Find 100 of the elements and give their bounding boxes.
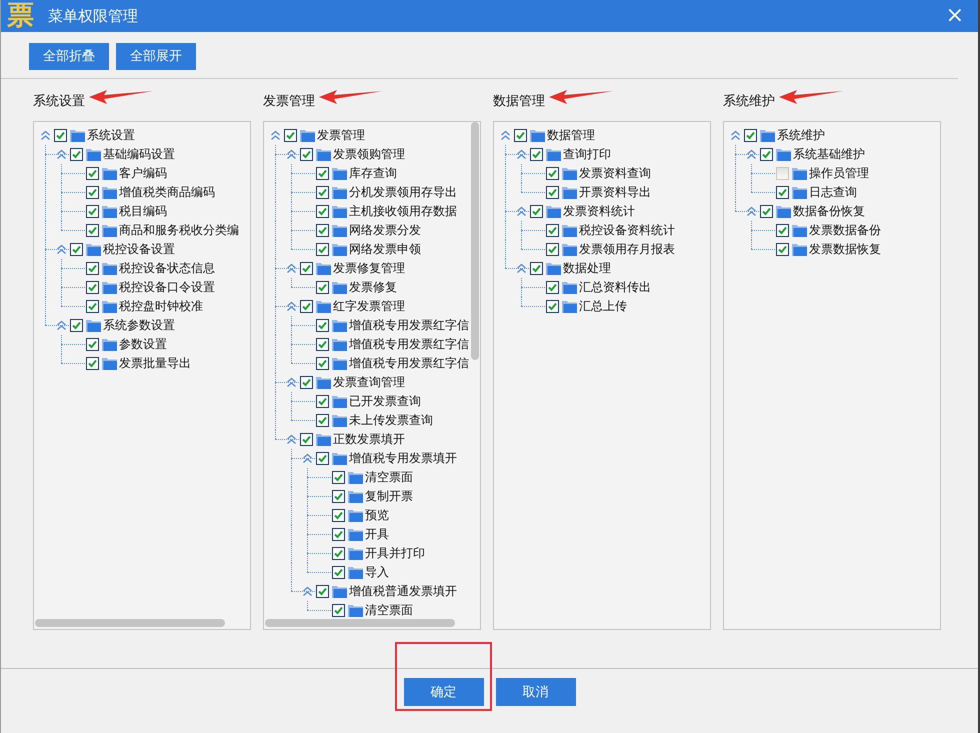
collapse-icon[interactable] — [286, 300, 296, 312]
collapse-icon[interactable] — [286, 376, 296, 388]
tree-item[interactable]: 已开发票查询 — [349, 392, 421, 410]
checkbox[interactable] — [546, 300, 559, 313]
checkbox[interactable] — [546, 280, 559, 294]
collapse-icon[interactable] — [286, 434, 296, 445]
tree-item[interactable]: 导入 — [365, 564, 389, 581]
tree-item[interactable]: 系统基础维护 — [793, 146, 865, 163]
tree-item[interactable]: 汇总上传 — [579, 298, 627, 315]
checkbox[interactable] — [332, 528, 345, 541]
collapse-icon[interactable] — [500, 130, 510, 141]
tree-item[interactable]: 正数发票填开 — [333, 430, 405, 448]
tree-item[interactable]: 发票资料统计 — [563, 202, 635, 220]
collapse-icon[interactable] — [746, 148, 756, 160]
checkbox[interactable] — [530, 204, 543, 218]
tree-item[interactable]: 发票领购管理 — [333, 146, 405, 163]
tree-item[interactable]: 税控盘时钟校准 — [119, 298, 203, 315]
checkbox[interactable] — [546, 166, 559, 180]
checkbox[interactable] — [316, 204, 329, 218]
checkbox[interactable] — [332, 546, 345, 560]
toolbar-button[interactable]: 全部展开 — [116, 42, 196, 70]
checkbox[interactable] — [316, 414, 329, 427]
tree-item[interactable]: 发票查询管理 — [333, 374, 405, 391]
tree-item[interactable]: 库存查询 — [349, 164, 397, 182]
tree-item[interactable]: 数据处理 — [563, 260, 611, 277]
checkbox[interactable] — [776, 186, 789, 199]
checkbox[interactable] — [284, 128, 297, 142]
checkbox[interactable] — [300, 262, 313, 275]
collapse-icon[interactable] — [516, 206, 526, 217]
tree-item[interactable]: 商品和服务税收分类编 — [119, 222, 239, 239]
checkbox[interactable] — [316, 224, 329, 237]
checkbox[interactable] — [316, 452, 329, 465]
collapse-icon[interactable] — [56, 244, 66, 255]
tree-item[interactable]: 基础编码设置 — [103, 146, 175, 163]
checkbox[interactable] — [70, 318, 83, 332]
tree-item[interactable]: 系统维护 — [777, 126, 825, 144]
checkbox[interactable] — [300, 148, 313, 161]
tree-item[interactable]: 开具 — [365, 526, 389, 543]
checkbox[interactable] — [316, 280, 329, 294]
checkbox[interactable] — [776, 242, 789, 256]
tree-item[interactable]: 红字发票管理 — [333, 298, 405, 315]
tree-item[interactable]: 增值税专用发票红字信 — [349, 336, 469, 353]
tree-item[interactable]: 数据备份恢复 — [793, 202, 865, 220]
checkbox[interactable] — [316, 394, 329, 408]
checkbox[interactable] — [86, 224, 99, 237]
checkbox[interactable] — [530, 262, 543, 275]
collapse-icon[interactable] — [516, 148, 526, 160]
collapse-icon[interactable] — [730, 130, 740, 141]
tree-item[interactable]: 税目编码 — [119, 202, 167, 220]
checkbox[interactable] — [300, 432, 313, 446]
tree-item[interactable]: 发票数据备份 — [809, 222, 881, 239]
checkbox[interactable] — [86, 166, 99, 180]
tree-item[interactable]: 汇总资料传出 — [579, 278, 651, 296]
checkbox[interactable] — [86, 186, 99, 199]
checkbox[interactable] — [776, 224, 789, 237]
tree-item[interactable]: 发票管理 — [317, 126, 365, 144]
checkbox[interactable] — [316, 356, 329, 370]
collapse-icon[interactable] — [40, 130, 50, 141]
tree-item[interactable]: 客户编码 — [119, 164, 167, 182]
tree-item[interactable]: 增值税专用发票填开 — [349, 450, 457, 467]
collapse-icon[interactable] — [516, 262, 526, 274]
tree-item[interactable]: 复制开票 — [365, 488, 413, 505]
checkbox[interactable] — [300, 300, 313, 313]
tree-item[interactable]: 开具并打印 — [365, 544, 425, 562]
toolbar-button[interactable]: 全部折叠 — [29, 42, 109, 70]
checkbox[interactable] — [54, 128, 67, 142]
tree-item[interactable]: 增值税普通发票填开 — [349, 582, 457, 600]
checkbox[interactable] — [300, 376, 313, 389]
checkbox[interactable] — [316, 242, 329, 256]
collapse-icon[interactable] — [56, 148, 66, 160]
tree-item[interactable]: 发票修复 — [349, 278, 397, 296]
tree-item[interactable]: 网络发票分发 — [349, 222, 421, 239]
checkbox[interactable] — [70, 242, 83, 256]
checkbox[interactable] — [760, 204, 773, 218]
tree-item[interactable]: 税控设备状态信息 — [119, 260, 215, 277]
checkbox[interactable] — [70, 148, 83, 161]
checkbox[interactable] — [86, 262, 99, 275]
checkbox[interactable] — [316, 318, 329, 332]
tree-item[interactable]: 日志查询 — [809, 184, 857, 201]
checkbox[interactable] — [316, 584, 329, 598]
tree-item[interactable]: 发票数据恢复 — [809, 240, 881, 258]
tree-item[interactable]: 税控设备设置 — [103, 240, 175, 258]
tree-item[interactable]: 清空票面 — [365, 602, 413, 619]
dialog-button[interactable]: 取消 — [496, 678, 576, 706]
tree-item[interactable]: 增值税类商品编码 — [119, 184, 215, 201]
checkbox[interactable] — [514, 128, 527, 142]
tree-item[interactable]: 主机接收领用存数据 — [349, 202, 457, 220]
close-button[interactable]: × — [940, 5, 970, 27]
dialog-button[interactable]: 确定 — [404, 678, 484, 706]
tree-item[interactable]: 增值税专用发票红字信 — [349, 354, 469, 372]
tree-item[interactable]: 未上传发票查询 — [349, 412, 433, 429]
tree-item[interactable]: 系统参数设置 — [103, 316, 175, 334]
collapse-icon[interactable] — [302, 452, 312, 464]
checkbox[interactable] — [546, 242, 559, 256]
tree-item[interactable]: 网络发票申领 — [349, 240, 421, 258]
scrollbar-thumb[interactable] — [35, 619, 225, 627]
checkbox[interactable] — [316, 186, 329, 199]
tree-item[interactable]: 分机发票领用存导出 — [349, 184, 457, 201]
collapse-icon[interactable] — [286, 262, 296, 274]
collapse-icon[interactable] — [746, 206, 756, 217]
